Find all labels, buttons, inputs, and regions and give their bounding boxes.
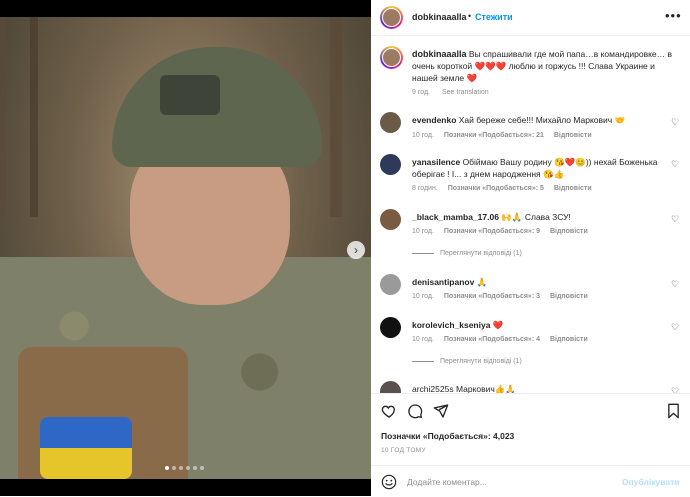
comment-time: 8 годин.: [412, 185, 438, 192]
comment-icon[interactable]: [406, 402, 424, 420]
reply-button[interactable]: Відповісти: [554, 132, 592, 139]
comment-meta: 10 год. Позначки «Подобається»: 9 Відпов…: [412, 228, 596, 235]
commenter-avatar[interactable]: [380, 112, 401, 133]
post-side-panel: dobkinaaalla • Стежити ••• dobkinaaalla …: [371, 0, 690, 496]
comment-like-heart-icon[interactable]: ♡: [671, 117, 679, 128]
comments-list[interactable]: dobkinaaalla Вы спрашивали где мой папа……: [371, 37, 690, 393]
author-username[interactable]: dobkinaaalla: [412, 12, 467, 22]
post-comment-button[interactable]: Опублікувати: [622, 477, 679, 487]
commenter-avatar[interactable]: [380, 209, 401, 230]
caption-username[interactable]: dobkinaaalla: [412, 49, 467, 59]
post-header: dobkinaaalla • Стежити •••: [371, 0, 690, 36]
comment-item: denisantipanov 🙏 10 год. Позначки «Подоб…: [371, 274, 690, 314]
comment-body: denisantipanov 🙏: [412, 276, 667, 288]
helmet-mount: [160, 75, 220, 115]
carousel-dot: [193, 466, 197, 470]
author-avatar[interactable]: [380, 6, 403, 29]
see-translation-link[interactable]: See translation: [442, 89, 489, 96]
carousel-dot: [179, 466, 183, 470]
comment-body: evendenko Хай береже себе!!! Михайло Мар…: [412, 114, 667, 126]
ukraine-patch: [40, 417, 132, 479]
carousel-dots: [165, 466, 204, 470]
comment-meta: 10 год. Позначки «Подобається»: 4 Відпов…: [412, 336, 596, 343]
post-photo[interactable]: [0, 17, 371, 479]
more-icon[interactable]: •••: [665, 8, 682, 23]
carousel-dot: [165, 466, 169, 470]
caption: dobkinaaalla Вы спрашивали где мой папа……: [412, 48, 674, 84]
comment-body: archi2525s Маркович👍🙏: [412, 383, 667, 393]
add-comment-row: Опублікувати: [371, 465, 690, 497]
view-replies-label: Переглянути відповіді (1): [440, 358, 522, 365]
commenter-username[interactable]: _black_mamba_17.06: [412, 212, 499, 222]
comment-likes[interactable]: Позначки «Подобається»: 9: [444, 228, 540, 235]
comment-text: ❤️: [490, 320, 504, 330]
heart-icon[interactable]: [380, 402, 398, 420]
comment-text: Маркович👍🙏: [453, 384, 516, 393]
comment-item: _black_mamba_17.06 🙌🙏 Слава ЗСУ! 10 год.…: [371, 209, 690, 269]
comment-likes[interactable]: Позначки «Подобається»: 3: [444, 293, 540, 300]
comment-body: yanasilence Обіймаю Вашу родину 😘❤️😊)) н…: [412, 156, 667, 180]
comment-time: 10 год.: [412, 132, 434, 139]
comment-time: 10 год.: [412, 293, 434, 300]
comment-text: 🙌🙏 Слава ЗСУ!: [498, 212, 571, 222]
replies-line: [412, 361, 434, 362]
next-arrow-icon[interactable]: ›: [347, 241, 365, 259]
comment-meta: 10 год. Позначки «Подобається»: 3 Відпов…: [412, 293, 596, 300]
view-replies-button[interactable]: Переглянути відповіді (1): [412, 358, 522, 365]
reply-button[interactable]: Відповісти: [550, 228, 588, 235]
comment-meta: 8 годин. Позначки «Подобається»: 5 Відпо…: [412, 185, 600, 192]
commenter-avatar[interactable]: [380, 317, 401, 338]
commenter-avatar[interactable]: [380, 381, 401, 393]
carousel-dot: [172, 466, 176, 470]
comment-like-heart-icon[interactable]: ♡: [671, 279, 679, 290]
view-replies-button[interactable]: Переглянути відповіді (1): [412, 250, 522, 257]
comment-like-heart-icon[interactable]: ♡: [671, 386, 679, 393]
separator-dot: •: [468, 11, 472, 21]
commenter-avatar[interactable]: [380, 154, 401, 175]
reply-button[interactable]: Відповісти: [550, 293, 588, 300]
bookmark-icon[interactable]: [664, 402, 682, 420]
post-modal: › dobkinaaalla • Стежити ••• dobkinaaall…: [0, 0, 690, 496]
view-replies-label: Переглянути відповіді (1): [440, 250, 522, 257]
comment-body: _black_mamba_17.06 🙌🙏 Слава ЗСУ!: [412, 211, 667, 223]
post-likes[interactable]: Позначки «Подобається»: 4,023: [381, 431, 514, 441]
comment-time: 10 год.: [412, 228, 434, 235]
comment-text: Хай береже себе!!! Михайло Маркович 🤝: [456, 115, 626, 125]
share-icon[interactable]: [432, 402, 450, 420]
replies-line: [412, 253, 434, 254]
caption-avatar[interactable]: [380, 46, 403, 69]
commenter-username[interactable]: archi2525s: [412, 384, 454, 393]
comment-time: 10 год.: [412, 336, 434, 343]
carousel-dot: [186, 466, 190, 470]
caption-meta: 9 год. See translation: [412, 89, 499, 96]
commenter-avatar[interactable]: [380, 274, 401, 295]
reply-button[interactable]: Відповісти: [554, 185, 592, 192]
follow-button[interactable]: Стежити: [475, 12, 513, 22]
emoji-icon[interactable]: [381, 474, 397, 490]
comment-text: 🙏: [474, 277, 488, 287]
commenter-username[interactable]: evendenko: [412, 115, 456, 125]
post-time: 10 ГОД ТОМУ: [381, 447, 426, 454]
comment-like-heart-icon[interactable]: ♡: [671, 322, 679, 333]
comment-item: evendenko Хай береже себе!!! Михайло Мар…: [371, 112, 690, 152]
comment-meta: 10 год. Позначки «Подобається»: 21 Відпо…: [412, 132, 600, 139]
commenter-username[interactable]: korolevich_kseniya: [412, 320, 490, 330]
comment-input[interactable]: [407, 473, 617, 491]
caption-time: 9 год.: [412, 89, 431, 96]
commenter-username[interactable]: denisantipanov: [412, 277, 474, 287]
comment-like-heart-icon[interactable]: ♡: [671, 214, 679, 225]
comment-likes[interactable]: Позначки «Подобається»: 5: [448, 185, 544, 192]
carousel-dot: [200, 466, 204, 470]
comment-like-heart-icon[interactable]: ♡: [671, 159, 679, 170]
comment-item: korolevich_kseniya ❤️ 10 год. Позначки «…: [371, 317, 690, 377]
post-photo-container: ›: [0, 0, 371, 496]
reply-button[interactable]: Відповісти: [550, 336, 588, 343]
comment-item: yanasilence Обіймаю Вашу родину 😘❤️😊)) н…: [371, 154, 690, 194]
commenter-username[interactable]: yanasilence: [412, 157, 460, 167]
post-actions: Позначки «Подобається»: 4,023 10 ГОД ТОМ…: [371, 393, 690, 496]
comment-likes[interactable]: Позначки «Подобається»: 4: [444, 336, 540, 343]
comment-item: archi2525s Маркович👍🙏 ♡: [371, 381, 690, 393]
comment-likes[interactable]: Позначки «Подобається»: 21: [444, 132, 544, 139]
comment-body: korolevich_kseniya ❤️: [412, 319, 667, 331]
